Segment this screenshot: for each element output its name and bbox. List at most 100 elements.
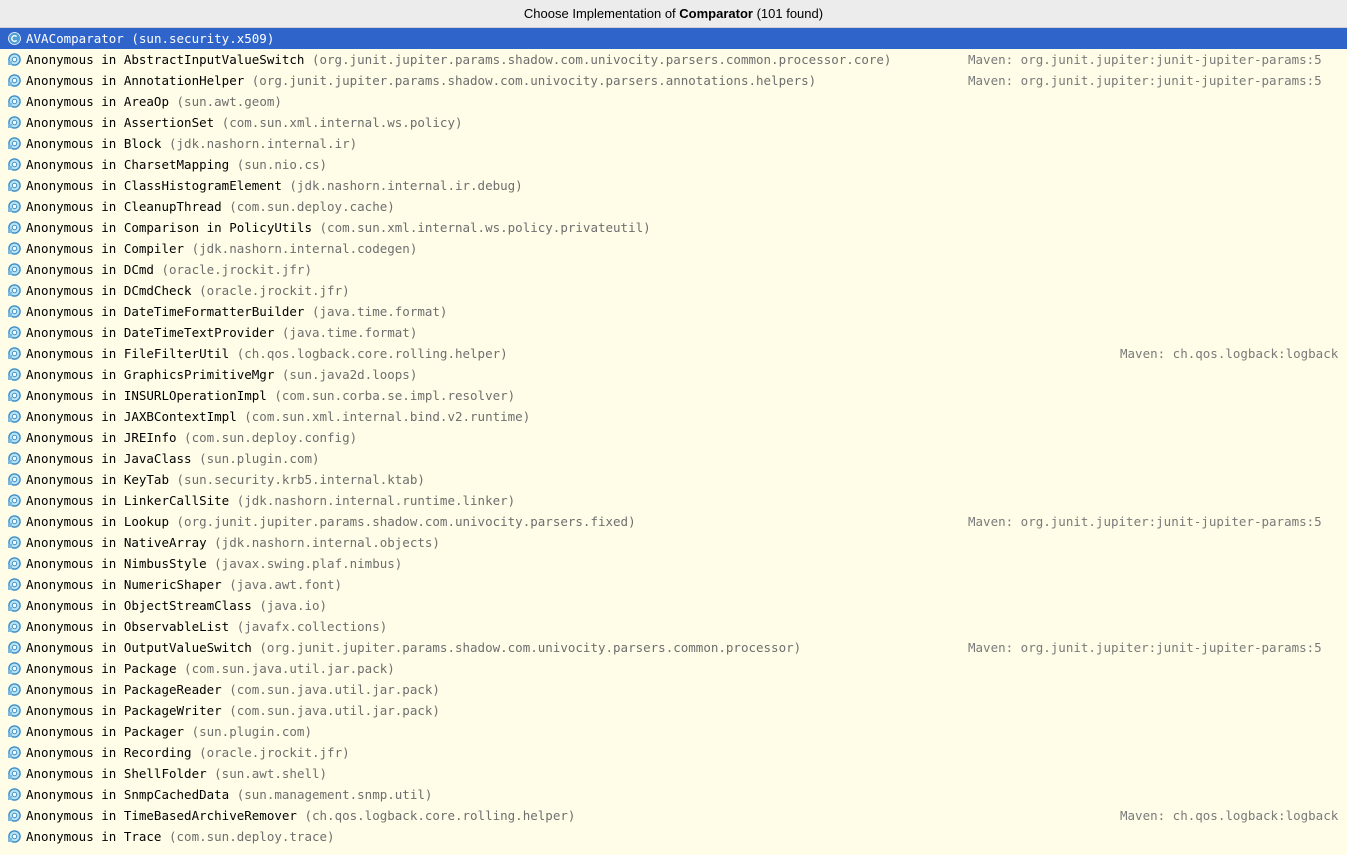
class-name: Anonymous in AnnotationHelper (26, 73, 245, 88)
anonymous-class-icon (8, 116, 21, 129)
list-item[interactable]: Anonymous in CleanupThread (com.sun.depl… (0, 196, 1347, 217)
package-name: (java.time.format) (281, 325, 418, 340)
item-label: Anonymous in Block (jdk.nashorn.internal… (26, 133, 357, 154)
list-item[interactable]: Anonymous in Recording (oracle.jrockit.j… (0, 742, 1347, 763)
package-name: (sun.awt.shell) (214, 766, 328, 781)
class-name: Anonymous in GraphicsPrimitiveMgr (26, 367, 275, 382)
class-name: Anonymous in DCmdCheck (26, 283, 192, 298)
list-item[interactable]: Anonymous in ShellFolder (sun.awt.shell) (0, 763, 1347, 784)
list-item[interactable]: Anonymous in KeyTab (sun.security.krb5.i… (0, 469, 1347, 490)
package-name: (sun.security.x509) (131, 31, 275, 46)
anonymous-class-icon (8, 221, 21, 234)
list-item[interactable]: Anonymous in Packager (sun.plugin.com) (0, 721, 1347, 742)
item-label: AVAComparator (sun.security.x509) (26, 28, 274, 49)
list-item[interactable]: Anonymous in LinkerCallSite (jdk.nashorn… (0, 490, 1347, 511)
title-count: (101 found) (752, 6, 824, 21)
package-name: (com.sun.deploy.cache) (229, 199, 395, 214)
anonymous-class-icon (8, 284, 21, 297)
class-name: Anonymous in INSURLOperationImpl (26, 388, 267, 403)
list-item-selected[interactable]: AVAComparator (sun.security.x509) (0, 28, 1347, 49)
list-item[interactable]: Anonymous in ObjectStreamClass (java.io) (0, 595, 1347, 616)
package-name: (com.sun.xml.internal.ws.policy.privateu… (319, 220, 651, 235)
list-item[interactable]: Anonymous in DateTimeTextProvider (java.… (0, 322, 1347, 343)
list-item[interactable]: Anonymous in TimeBasedArchiveRemover (ch… (0, 805, 1347, 826)
item-label: Anonymous in AnnotationHelper (org.junit… (26, 70, 816, 91)
class-name: Anonymous in TimeBasedArchiveRemover (26, 808, 297, 823)
list-item[interactable]: Anonymous in JAXBContextImpl (com.sun.xm… (0, 406, 1347, 427)
class-name: Anonymous in JavaClass (26, 451, 192, 466)
class-name: Anonymous in FileFilterUtil (26, 346, 230, 361)
list-item[interactable]: Anonymous in Compiler (jdk.nashorn.inter… (0, 238, 1347, 259)
class-name: Anonymous in Package (26, 661, 177, 676)
list-item[interactable]: Anonymous in DCmd (oracle.jrockit.jfr) (0, 259, 1347, 280)
implementation-list[interactable]: AVAComparator (sun.security.x509) Anonymo… (0, 28, 1347, 855)
list-item[interactable]: Anonymous in ClassHistogramElement (jdk.… (0, 175, 1347, 196)
list-item[interactable]: Anonymous in DCmdCheck (oracle.jrockit.j… (0, 280, 1347, 301)
class-name: Anonymous in Packager (26, 724, 185, 739)
list-item[interactable]: Anonymous in AssertionSet (com.sun.xml.i… (0, 112, 1347, 133)
package-name: (jdk.nashorn.internal.ir) (169, 136, 358, 151)
item-label: Anonymous in Comparison in PolicyUtils (… (26, 217, 651, 238)
package-name: (ch.qos.logback.core.rolling.helper) (236, 346, 508, 361)
anonymous-class-icon (8, 494, 21, 507)
list-item[interactable]: Anonymous in Lookup (org.junit.jupiter.p… (0, 511, 1347, 532)
list-item[interactable]: Anonymous in Trace (com.sun.deploy.trace… (0, 826, 1347, 847)
list-item[interactable]: Anonymous in NumericShaper (java.awt.fon… (0, 574, 1347, 595)
anonymous-class-icon (8, 809, 21, 822)
list-item[interactable]: Anonymous in SnmpCachedData (sun.managem… (0, 784, 1347, 805)
title-prefix: Choose Implementation of (523, 6, 680, 21)
anonymous-class-icon (8, 326, 21, 339)
item-label: Anonymous in DCmd (oracle.jrockit.jfr) (26, 259, 312, 280)
list-item[interactable]: Anonymous in DateTimeFormatterBuilder (j… (0, 301, 1347, 322)
library-location: Maven: org.junit.jupiter:junit-jupiter-p… (968, 73, 1322, 88)
item-label: Anonymous in Trace (com.sun.deploy.trace… (26, 826, 335, 847)
anonymous-class-icon (8, 263, 21, 276)
list-item[interactable]: Anonymous in OutputValueSwitch (org.juni… (0, 637, 1347, 658)
class-name: Anonymous in NumericShaper (26, 577, 222, 592)
package-name: (java.time.format) (311, 304, 448, 319)
list-item[interactable]: Anonymous in AreaOp (sun.awt.geom) (0, 91, 1347, 112)
list-item[interactable]: Anonymous in JavaClass (sun.plugin.com) (0, 448, 1347, 469)
list-item[interactable]: Anonymous in Block (jdk.nashorn.internal… (0, 133, 1347, 154)
item-label: Anonymous in AreaOp (sun.awt.geom) (26, 91, 282, 112)
list-item[interactable]: Anonymous in PackageWriter (com.sun.java… (0, 700, 1347, 721)
list-item[interactable]: Anonymous in AnnotationHelper (org.junit… (0, 70, 1347, 91)
list-item[interactable]: Anonymous in NimbusStyle (javax.swing.pl… (0, 553, 1347, 574)
item-label: Anonymous in DateTimeFormatterBuilder (j… (26, 301, 447, 322)
item-label: Anonymous in NumericShaper (java.awt.fon… (26, 574, 342, 595)
list-item[interactable]: Anonymous in Comparison in PolicyUtils (… (0, 217, 1347, 238)
class-name: Anonymous in DCmd (26, 262, 154, 277)
class-name: Anonymous in ObservableList (26, 619, 230, 634)
list-item[interactable]: Anonymous in FileFilterUtil (ch.qos.logb… (0, 343, 1347, 364)
item-label: Anonymous in Package (com.sun.java.util.… (26, 658, 395, 679)
list-item[interactable]: Anonymous in GraphicsPrimitiveMgr (sun.j… (0, 364, 1347, 385)
anonymous-class-icon (8, 137, 21, 150)
package-name: (org.junit.jupiter.params.shadow.com.uni… (311, 52, 892, 67)
item-label: Anonymous in FileFilterUtil (ch.qos.logb… (26, 343, 508, 364)
list-item[interactable]: Anonymous in CharsetMapping (sun.nio.cs) (0, 154, 1347, 175)
anonymous-class-icon (8, 53, 21, 66)
anonymous-class-icon (8, 788, 21, 801)
implementation-chooser-popup: Choose Implementation of Comparator (101… (0, 0, 1347, 855)
anonymous-class-icon (8, 242, 21, 255)
class-name: Anonymous in NimbusStyle (26, 556, 207, 571)
anonymous-class-icon (8, 515, 21, 528)
list-item[interactable]: Anonymous in PackageReader (com.sun.java… (0, 679, 1347, 700)
package-name: (org.junit.jupiter.params.shadow.com.uni… (251, 73, 817, 88)
anonymous-class-icon (8, 536, 21, 549)
list-item[interactable]: Anonymous in NativeArray (jdk.nashorn.in… (0, 532, 1347, 553)
package-name: (sun.management.snmp.util) (236, 787, 433, 802)
item-label: Anonymous in GraphicsPrimitiveMgr (sun.j… (26, 364, 417, 385)
list-item[interactable]: Anonymous in JREInfo (com.sun.deploy.con… (0, 427, 1347, 448)
library-location: Maven: org.junit.jupiter:junit-jupiter-p… (968, 640, 1322, 655)
package-name: (com.sun.corba.se.impl.resolver) (274, 388, 516, 403)
list-item[interactable]: Anonymous in AbstractInputValueSwitch (o… (0, 49, 1347, 70)
anonymous-class-icon (8, 452, 21, 465)
list-item[interactable]: Anonymous in INSURLOperationImpl (com.su… (0, 385, 1347, 406)
library-location: Maven: org.junit.jupiter:junit-jupiter-p… (968, 514, 1322, 529)
package-name: (com.sun.java.util.jar.pack) (229, 703, 440, 718)
list-item[interactable]: Anonymous in ObservableList (javafx.coll… (0, 616, 1347, 637)
anonymous-class-icon (8, 641, 21, 654)
anonymous-class-icon (8, 599, 21, 612)
list-item[interactable]: Anonymous in Package (com.sun.java.util.… (0, 658, 1347, 679)
